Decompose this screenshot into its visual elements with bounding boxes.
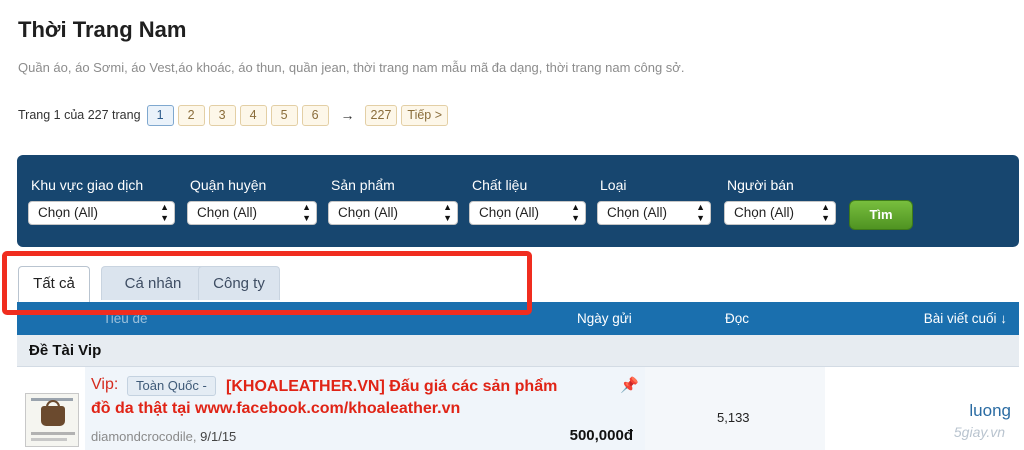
select-value: Chọn (All) [607,205,668,220]
filter-panel: Khu vực giao dịch Chọn (All) ▲ ▼ Quận huy… [17,155,1019,247]
filter-trade-area: Khu vực giao dịch Chọn (All) ▲ ▼ [28,177,175,225]
column-last-post[interactable]: Bài viết cuối ↓ [924,311,1007,326]
filter-type: Loại Chọn (All) ▲ ▼ [597,177,711,225]
filter-product: Sản phẩm Chọn (All) ▲ ▼ [328,177,458,225]
type-select[interactable]: Chọn (All) ▲ ▼ [597,201,711,225]
select-value: Chọn (All) [479,205,540,220]
table-row[interactable]: Vip: Toàn Quốc - [KHOALEATHER.VN] Đấu gi… [17,367,1019,450]
author-link[interactable]: diamondcrocodile, [91,429,197,444]
page-link-6[interactable]: 6 [301,104,329,126]
page-description: Quần áo, áo Sơmi, áo Vest,áo khoác, áo t… [18,60,685,75]
column-date[interactable]: Ngày gửi [577,311,632,326]
arrow-right-icon: → [340,107,355,123]
select-value: Chọn (All) [734,205,795,220]
thread-stats: 5,133 [645,367,825,450]
filter-label: Sản phẩm [331,177,395,193]
vip-prefix: Vip: [91,376,119,393]
page-link-2[interactable]: 2 [177,104,205,126]
filter-label: Người bán [727,177,794,193]
select-value: Chọn (All) [197,205,258,220]
pagination-summary: Trang 1 của 227 trang [18,108,141,122]
filter-district: Quận huyện Chọn (All) ▲ ▼ [187,177,317,225]
updown-arrows-icon: ▲ ▼ [571,202,580,223]
section-header: Đề Tài Vip [17,335,1019,367]
thread-main: Vip: Toàn Quốc - [KHOALEATHER.VN] Đấu gi… [85,367,645,450]
thread-meta: diamondcrocodile, 9/1/15 [91,429,236,444]
region-badge[interactable]: Toàn Quốc - [127,376,216,396]
highlight-annotation [2,251,532,315]
updown-arrows-icon: ▲ ▼ [696,202,705,223]
bag-icon [41,406,65,426]
thread-thumbnail[interactable] [25,393,79,447]
page-link-last[interactable]: 227 [364,104,398,126]
updown-arrows-icon: ▲ ▼ [443,202,452,223]
next-page-button[interactable]: Tiếp > [401,104,449,126]
page-title: Thời Trang Nam [18,17,187,42]
pagination: Trang 1 của 227 trang 1 2 3 4 5 6 → 227 … [18,104,452,126]
filter-material: Chất liệu Chọn (All) ▲ ▼ [469,177,586,225]
page-link-4[interactable]: 4 [239,104,267,126]
filter-label: Chất liệu [472,177,528,193]
seller-select[interactable]: Chọn (All) ▲ ▼ [724,201,836,225]
section-label: Đề Tài Vip [29,342,102,359]
district-select[interactable]: Chọn (All) ▲ ▼ [187,201,317,225]
updown-arrows-icon: ▲ ▼ [160,202,169,223]
pushpin-icon: 📌 [620,377,639,394]
select-value: Chọn (All) [38,205,99,220]
page-link-1[interactable]: 1 [146,104,174,126]
site-watermark: 5giay.vn [953,424,1005,440]
last-poster-link[interactable]: luong [969,401,1011,421]
thread-price: 500,000đ [569,427,633,444]
filter-label: Quận huyện [190,177,267,193]
read-count: 5,133 [717,410,750,425]
filter-label: Khu vực giao dịch [31,177,144,193]
filter-seller: Người bán Chọn (All) ▲ ▼ [724,177,836,225]
product-select[interactable]: Chọn (All) ▲ ▼ [328,201,458,225]
column-read[interactable]: Đọc [725,311,749,326]
thread-title[interactable]: [KHOALEATHER.VN] Đấu giá các sản phẩm [226,376,616,398]
post-date: 9/1/15 [200,429,237,444]
material-select[interactable]: Chọn (All) ▲ ▼ [469,201,586,225]
thread-title-line-2[interactable]: đồ da thật tại www.facebook.com/khoaleat… [91,398,460,420]
page-link-3[interactable]: 3 [208,104,236,126]
search-button[interactable]: Tìm [849,200,913,230]
trade-area-select[interactable]: Chọn (All) ▲ ▼ [28,201,175,225]
filter-label: Loại [600,177,627,193]
updown-arrows-icon: ▲ ▼ [302,202,311,223]
select-value: Chọn (All) [338,205,399,220]
updown-arrows-icon: ▲ ▼ [821,202,830,223]
page-link-5[interactable]: 5 [270,104,298,126]
